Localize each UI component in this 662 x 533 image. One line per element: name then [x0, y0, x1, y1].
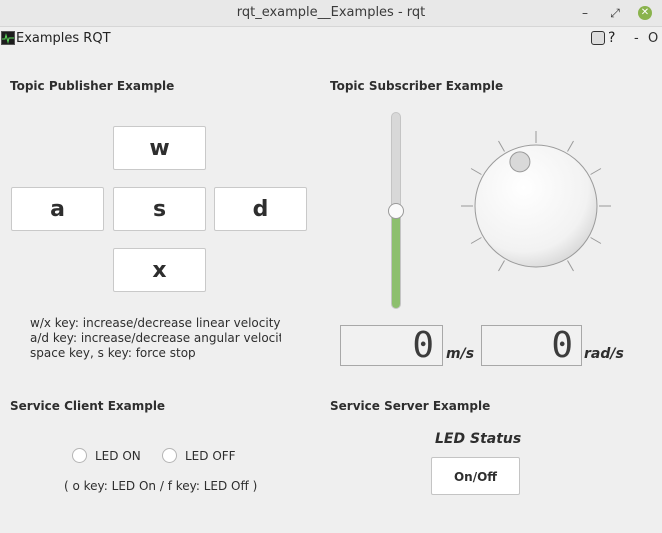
help-line-angular: a/d key: increase/decrease angular veloc… — [30, 331, 281, 345]
help-button[interactable]: ? — [608, 30, 615, 46]
close-window-button[interactable]: ✕ — [638, 6, 652, 20]
minimize-button[interactable]: – — [577, 5, 593, 21]
window-title: rqt_example__Examples - rqt — [236, 5, 426, 20]
led-on-radio[interactable] — [72, 448, 87, 463]
key-a-button[interactable]: a — [11, 187, 104, 231]
restore-button[interactable]: ⤢ — [607, 5, 623, 21]
angular-unit-label: rad/s — [584, 346, 624, 362]
help-line-stop: space key, s key: force stop — [30, 346, 196, 360]
led-key-hint: ( o key: LED On / f key: LED Off ) — [64, 479, 258, 493]
reload-icon[interactable] — [591, 31, 605, 45]
window-titlebar: rqt_example__Examples - rqt – ⤢ ✕ — [0, 0, 662, 27]
dial-tick — [498, 260, 505, 272]
dial-tick — [590, 168, 602, 175]
dial-body — [474, 144, 598, 268]
led-off-label[interactable]: LED OFF — [185, 449, 236, 463]
dial-tick — [470, 168, 482, 175]
linear-unit-label: m/s — [446, 346, 475, 362]
dial-tick — [498, 140, 505, 152]
angular-velocity-dial[interactable] — [456, 127, 616, 287]
linear-velocity-fill — [392, 209, 400, 308]
dial-tick — [567, 260, 574, 272]
dial-tick — [590, 237, 602, 244]
help-line-linear: w/x key: increase/decrease linear veloci… — [30, 316, 281, 330]
subscriber-section-title: Topic Subscriber Example — [330, 79, 504, 93]
publisher-section-title: Topic Publisher Example — [10, 79, 175, 93]
service-server-title: Service Server Example — [330, 399, 491, 413]
led-status-label: LED Status — [435, 431, 522, 447]
key-w-button[interactable]: w — [113, 126, 206, 170]
linear-velocity-lcd: 0 — [340, 325, 443, 366]
led-off-radio[interactable] — [162, 448, 177, 463]
key-s-button[interactable]: s — [113, 187, 206, 231]
minimize-plugin-button[interactable]: - — [634, 31, 639, 46]
key-x-button[interactable]: x — [113, 248, 206, 292]
dial-tick — [470, 237, 482, 244]
slider-handle[interactable] — [388, 202, 404, 219]
led-on-label[interactable]: LED ON — [95, 449, 141, 463]
service-client-title: Service Client Example — [10, 399, 166, 413]
dial-tick — [567, 140, 574, 152]
plugin-title: Examples RQT — [16, 31, 111, 46]
monitor-graph-icon — [1, 31, 15, 45]
close-plugin-button[interactable]: O — [648, 31, 658, 46]
key-d-button[interactable]: d — [214, 187, 307, 231]
on-off-button[interactable]: On/Off — [431, 457, 520, 495]
dial-notch — [509, 151, 531, 173]
angular-velocity-lcd: 0 — [481, 325, 582, 366]
